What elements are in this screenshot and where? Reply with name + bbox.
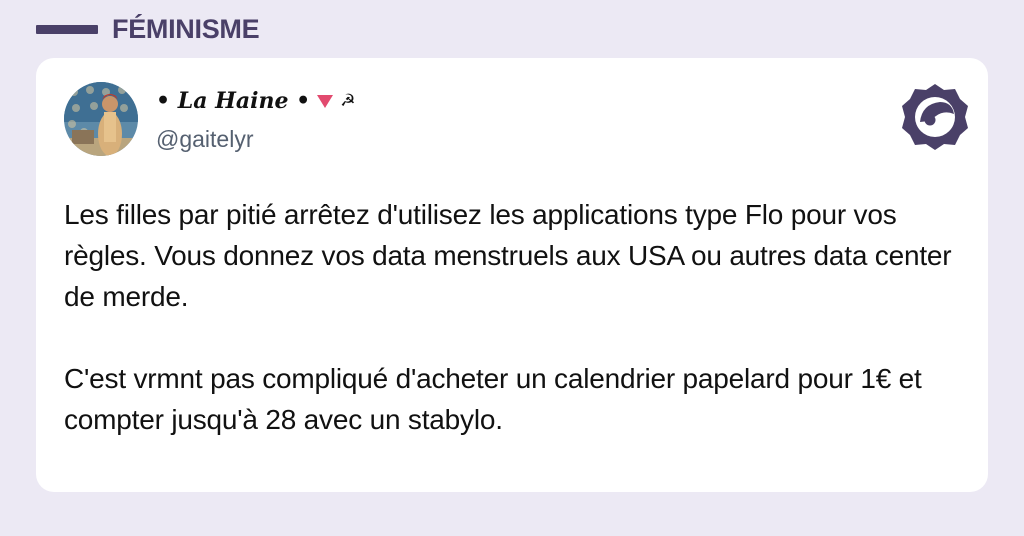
display-name-text: • La Haine • [156,88,311,114]
display-name[interactable]: • La Haine • ☭ [156,88,355,114]
tweet-paragraph: Les filles par pitié arrêtez d'utilisez … [64,199,952,312]
sickle-icon: ☭ [340,91,356,111]
brand-logo-icon [900,82,970,152]
avatar[interactable] [64,82,138,156]
category-bar [36,25,98,34]
tweet-text: Les filles par pitié arrêtez d'utilisez … [64,194,964,440]
avatar-image [64,82,138,156]
user-handle[interactable]: @gaitelyr [156,126,254,153]
triangle-flag-icon [316,93,334,109]
category-header: FÉMINISME [36,14,260,45]
tweet-card: • La Haine • ☭ @gaitelyr Les filles par … [36,58,988,492]
tweet-paragraph: C'est vrmnt pas compliqué d'acheter un c… [64,363,922,435]
category-label: FÉMINISME [112,14,260,44]
